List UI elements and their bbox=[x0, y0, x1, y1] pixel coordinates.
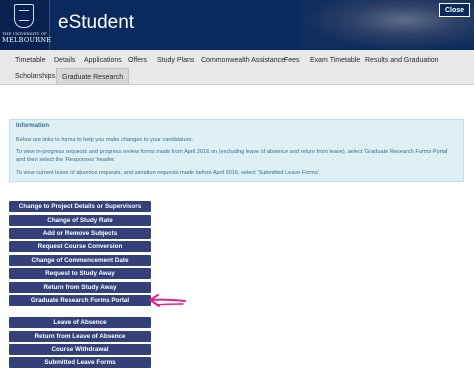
info-paragraph-1: Below are links to forms to help you mak… bbox=[16, 137, 194, 143]
tab-details[interactable]: Details bbox=[54, 52, 75, 68]
crest-icon bbox=[14, 4, 34, 28]
info-paragraph-2: To view in-progress requests and progres… bbox=[16, 149, 449, 163]
app-title: eStudent bbox=[58, 12, 135, 33]
tab-offers[interactable]: Offers bbox=[128, 52, 147, 68]
graduate-research-forms-portal-button[interactable]: Graduate Research Forms Portal bbox=[9, 295, 151, 306]
logo-line2: MELBOURNE bbox=[2, 36, 52, 44]
course-withdrawal-button[interactable]: Course Withdrawal bbox=[9, 344, 151, 355]
change-project-details-button[interactable]: Change to Project Details or Supervisors bbox=[9, 201, 151, 212]
information-panel: Information Below are links to forms to … bbox=[9, 119, 464, 182]
tab-commonwealth-assistance[interactable]: Commonwealth Assistance bbox=[201, 52, 285, 68]
return-from-leave-button[interactable]: Return from Leave of Absence bbox=[9, 331, 151, 342]
info-heading: Information bbox=[16, 123, 49, 129]
request-study-away-button[interactable]: Request to Study Away bbox=[9, 268, 151, 279]
info-paragraph-3: To view current leave of absence request… bbox=[16, 170, 321, 176]
tab-fees[interactable]: Fees bbox=[284, 52, 300, 68]
tab-graduate-research[interactable]: Graduate Research bbox=[56, 68, 130, 85]
annotation-arrow-icon bbox=[149, 294, 186, 307]
tab-applications[interactable]: Applications bbox=[84, 52, 122, 68]
nav-divider bbox=[0, 84, 474, 85]
tab-exam-timetable[interactable]: Exam Timetable bbox=[310, 52, 360, 68]
change-study-rate-button[interactable]: Change of Study Rate bbox=[9, 215, 151, 226]
tab-scholarships[interactable]: Scholarships bbox=[15, 68, 55, 84]
add-remove-subjects-button[interactable]: Add or Remove Subjects bbox=[9, 228, 151, 239]
tab-study-plans[interactable]: Study Plans bbox=[157, 52, 194, 68]
tab-timetable[interactable]: Timetable bbox=[15, 52, 45, 68]
header-banner: THE UNIVERSITY OF MELBOURNE eStudent Clo… bbox=[0, 0, 474, 50]
tab-results-and-graduation[interactable]: Results and Graduation bbox=[365, 52, 439, 68]
request-course-conversion-button[interactable]: Request Course Conversion bbox=[9, 241, 151, 252]
change-commencement-date-button[interactable]: Change of Commencement Date bbox=[9, 255, 151, 266]
submitted-leave-forms-button[interactable]: Submitted Leave Forms bbox=[9, 357, 151, 368]
return-from-study-away-button[interactable]: Return from Study Away bbox=[9, 282, 151, 293]
close-button[interactable]: Close bbox=[439, 3, 470, 17]
university-logo[interactable]: THE UNIVERSITY OF MELBOURNE bbox=[0, 0, 52, 50]
leave-of-absence-button[interactable]: Leave of Absence bbox=[9, 317, 151, 328]
